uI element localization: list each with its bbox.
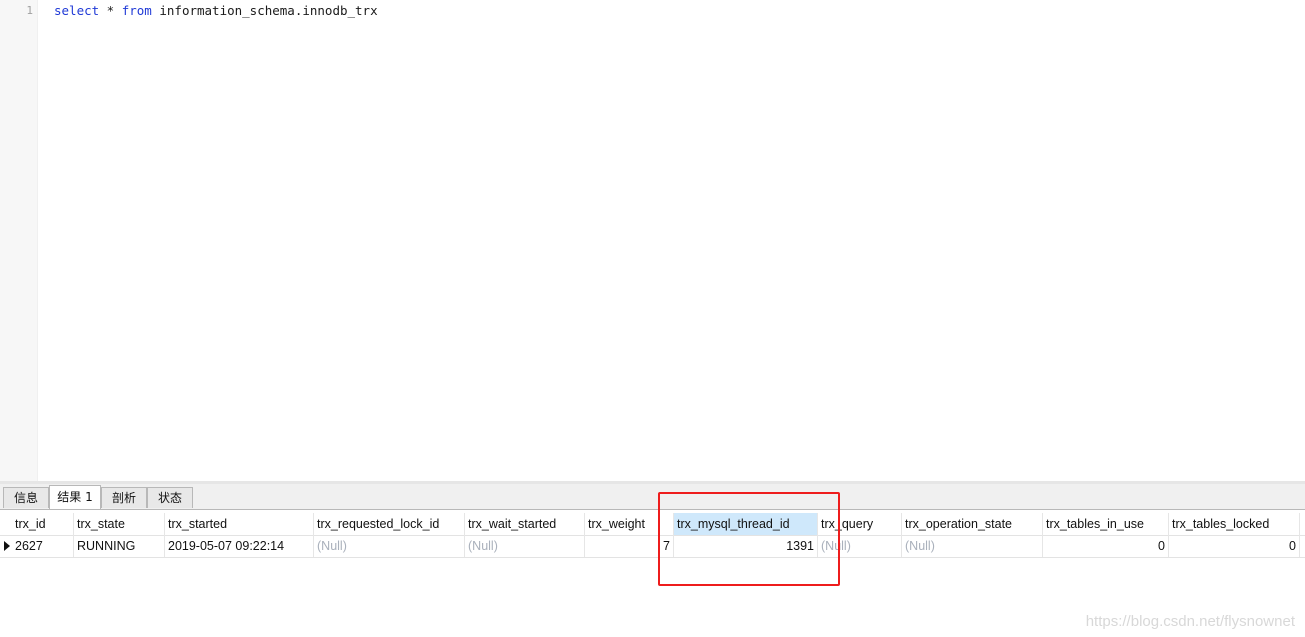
cell-trx-weight[interactable]: 7: [585, 535, 674, 557]
cell-trx-query[interactable]: (Null): [818, 535, 902, 557]
column-header-trx-requested-lock-id[interactable]: trx_requested_lock_id: [314, 513, 465, 535]
column-header-trx-weight[interactable]: trx_weight: [585, 513, 674, 535]
watermark: https://blog.csdn.net/flysnownet: [1085, 613, 1295, 630]
keyword-select: select: [54, 3, 100, 18]
sql-editor[interactable]: 1 select * from information_schema.innod…: [0, 0, 1305, 482]
table-row[interactable]: 2627 RUNNING 2019-05-07 09:22:14 (Null) …: [0, 535, 1305, 558]
grid-header-row: trx_id trx_state trx_started trx_request…: [0, 513, 1305, 536]
query-star: *: [99, 3, 122, 18]
tab-result-1[interactable]: 结果 1: [49, 485, 101, 509]
column-header-trx-mysql-thread-id[interactable]: trx_mysql_thread_id: [674, 513, 818, 535]
current-row-arrow-icon: [4, 541, 10, 551]
column-header-trx-id[interactable]: trx_id: [12, 513, 74, 535]
sql-query-text[interactable]: select * from information_schema.innodb_…: [54, 3, 378, 18]
result-tab-bar: 信息 结果 1 剖析 状态: [0, 484, 1305, 510]
cell-trx-requested-lock-id[interactable]: (Null): [314, 535, 465, 557]
column-header-trx-operation-state[interactable]: trx_operation_state: [902, 513, 1043, 535]
cell-trx-tables-in-use[interactable]: 0: [1043, 535, 1169, 557]
column-header-trx-wait-started[interactable]: trx_wait_started: [465, 513, 585, 535]
query-table: information_schema.innodb_trx: [151, 3, 378, 18]
line-number-gutter: 1: [0, 0, 38, 482]
tab-status[interactable]: 状态: [147, 487, 193, 508]
keyword-from: from: [121, 3, 152, 18]
cell-trx-id[interactable]: 2627: [12, 535, 74, 557]
column-header-trx-started[interactable]: trx_started: [165, 513, 314, 535]
cell-trx-started[interactable]: 2019-05-07 09:22:14: [165, 535, 314, 557]
cell-trx-state[interactable]: RUNNING: [74, 535, 165, 557]
tab-profile[interactable]: 剖析: [101, 487, 147, 508]
tab-info[interactable]: 信息: [3, 487, 49, 508]
cell-trx-wait-started[interactable]: (Null): [465, 535, 585, 557]
column-header-trx-tables-in-use[interactable]: trx_tables_in_use: [1043, 513, 1169, 535]
cell-trx-tables-locked[interactable]: 0: [1169, 535, 1300, 557]
cell-trx-mysql-thread-id[interactable]: 1391: [674, 535, 818, 557]
column-header-trx-tables-locked[interactable]: trx_tables_locked: [1169, 513, 1300, 535]
column-header-trx-state[interactable]: trx_state: [74, 513, 165, 535]
cell-trx-operation-state[interactable]: (Null): [902, 535, 1043, 557]
line-number: 1: [26, 4, 33, 17]
column-header-trx-query[interactable]: trx_query: [818, 513, 902, 535]
